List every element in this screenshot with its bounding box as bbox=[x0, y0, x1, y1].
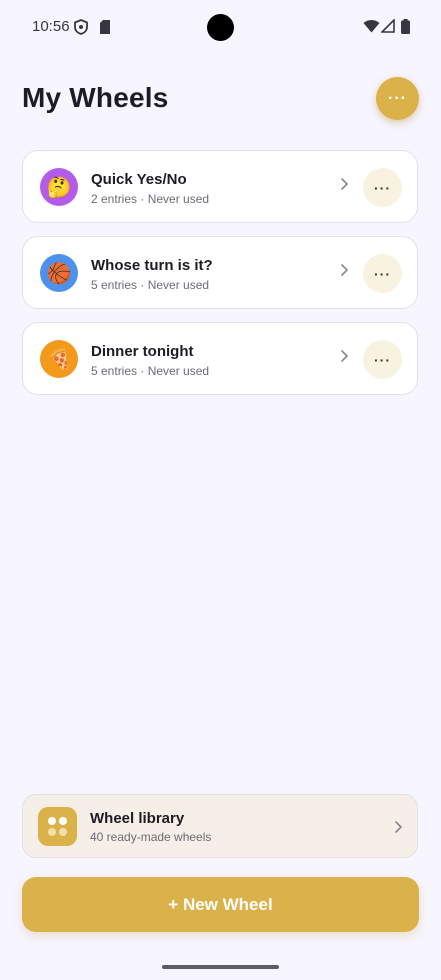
page-title: My Wheels bbox=[22, 82, 169, 113]
chevron-right-icon bbox=[341, 264, 349, 276]
wheel-more-button[interactable]: ··· bbox=[363, 340, 402, 379]
status-time: 10:56 bbox=[32, 18, 70, 35]
wheel-title: Quick Yes/No bbox=[91, 171, 187, 188]
camera-cutout bbox=[207, 14, 234, 41]
wheel-card-dinner-tonight[interactable]: 🍕 Dinner tonight 5 entries · Never used … bbox=[22, 322, 418, 395]
pizza-icon: 🍕 bbox=[40, 340, 78, 378]
wheel-library-card[interactable]: Wheel library 40 ready-made wheels bbox=[22, 794, 418, 858]
basketball-icon: 🏀 bbox=[40, 254, 78, 292]
wheel-subtitle: 2 entries · Never used bbox=[91, 192, 210, 206]
wheel-card-quick-yes-no[interactable]: 🤔 Quick Yes/No 2 entries · Never used ··… bbox=[22, 150, 418, 223]
battery-icon bbox=[401, 19, 410, 34]
chevron-right-icon bbox=[341, 350, 349, 362]
more-horizontal-icon: ··· bbox=[388, 89, 407, 107]
gesture-navigation-bar[interactable] bbox=[162, 965, 279, 969]
more-horizontal-icon: ··· bbox=[374, 351, 391, 368]
thinking-face-icon: 🤔 bbox=[40, 168, 78, 206]
wheel-subtitle: 5 entries · Never used bbox=[91, 364, 210, 378]
wheel-more-button[interactable]: ··· bbox=[363, 254, 402, 293]
chevron-right-icon bbox=[341, 178, 349, 190]
sd-card-icon bbox=[100, 20, 110, 34]
new-wheel-button[interactable]: + New Wheel bbox=[22, 877, 419, 932]
status-bar: 10:56 bbox=[0, 0, 441, 56]
more-horizontal-icon: ··· bbox=[374, 265, 391, 282]
wheel-subtitle: 5 entries · Never used bbox=[91, 278, 210, 292]
wheel-title: Whose turn is it? bbox=[91, 257, 213, 274]
wheel-more-button[interactable]: ··· bbox=[363, 168, 402, 207]
wheel-title: Dinner tonight bbox=[91, 343, 194, 360]
header-more-button[interactable]: ··· bbox=[376, 77, 419, 120]
more-horizontal-icon: ··· bbox=[374, 179, 391, 196]
chevron-right-icon bbox=[395, 821, 403, 833]
library-title: Wheel library bbox=[90, 810, 185, 827]
library-subtitle: 40 ready-made wheels bbox=[90, 830, 212, 844]
cellular-signal-icon bbox=[381, 19, 395, 33]
shield-icon bbox=[74, 19, 88, 35]
wifi-icon bbox=[363, 20, 380, 33]
wheel-card-whose-turn[interactable]: 🏀 Whose turn is it? 5 entries · Never us… bbox=[22, 236, 418, 309]
library-grid-icon bbox=[38, 807, 77, 846]
